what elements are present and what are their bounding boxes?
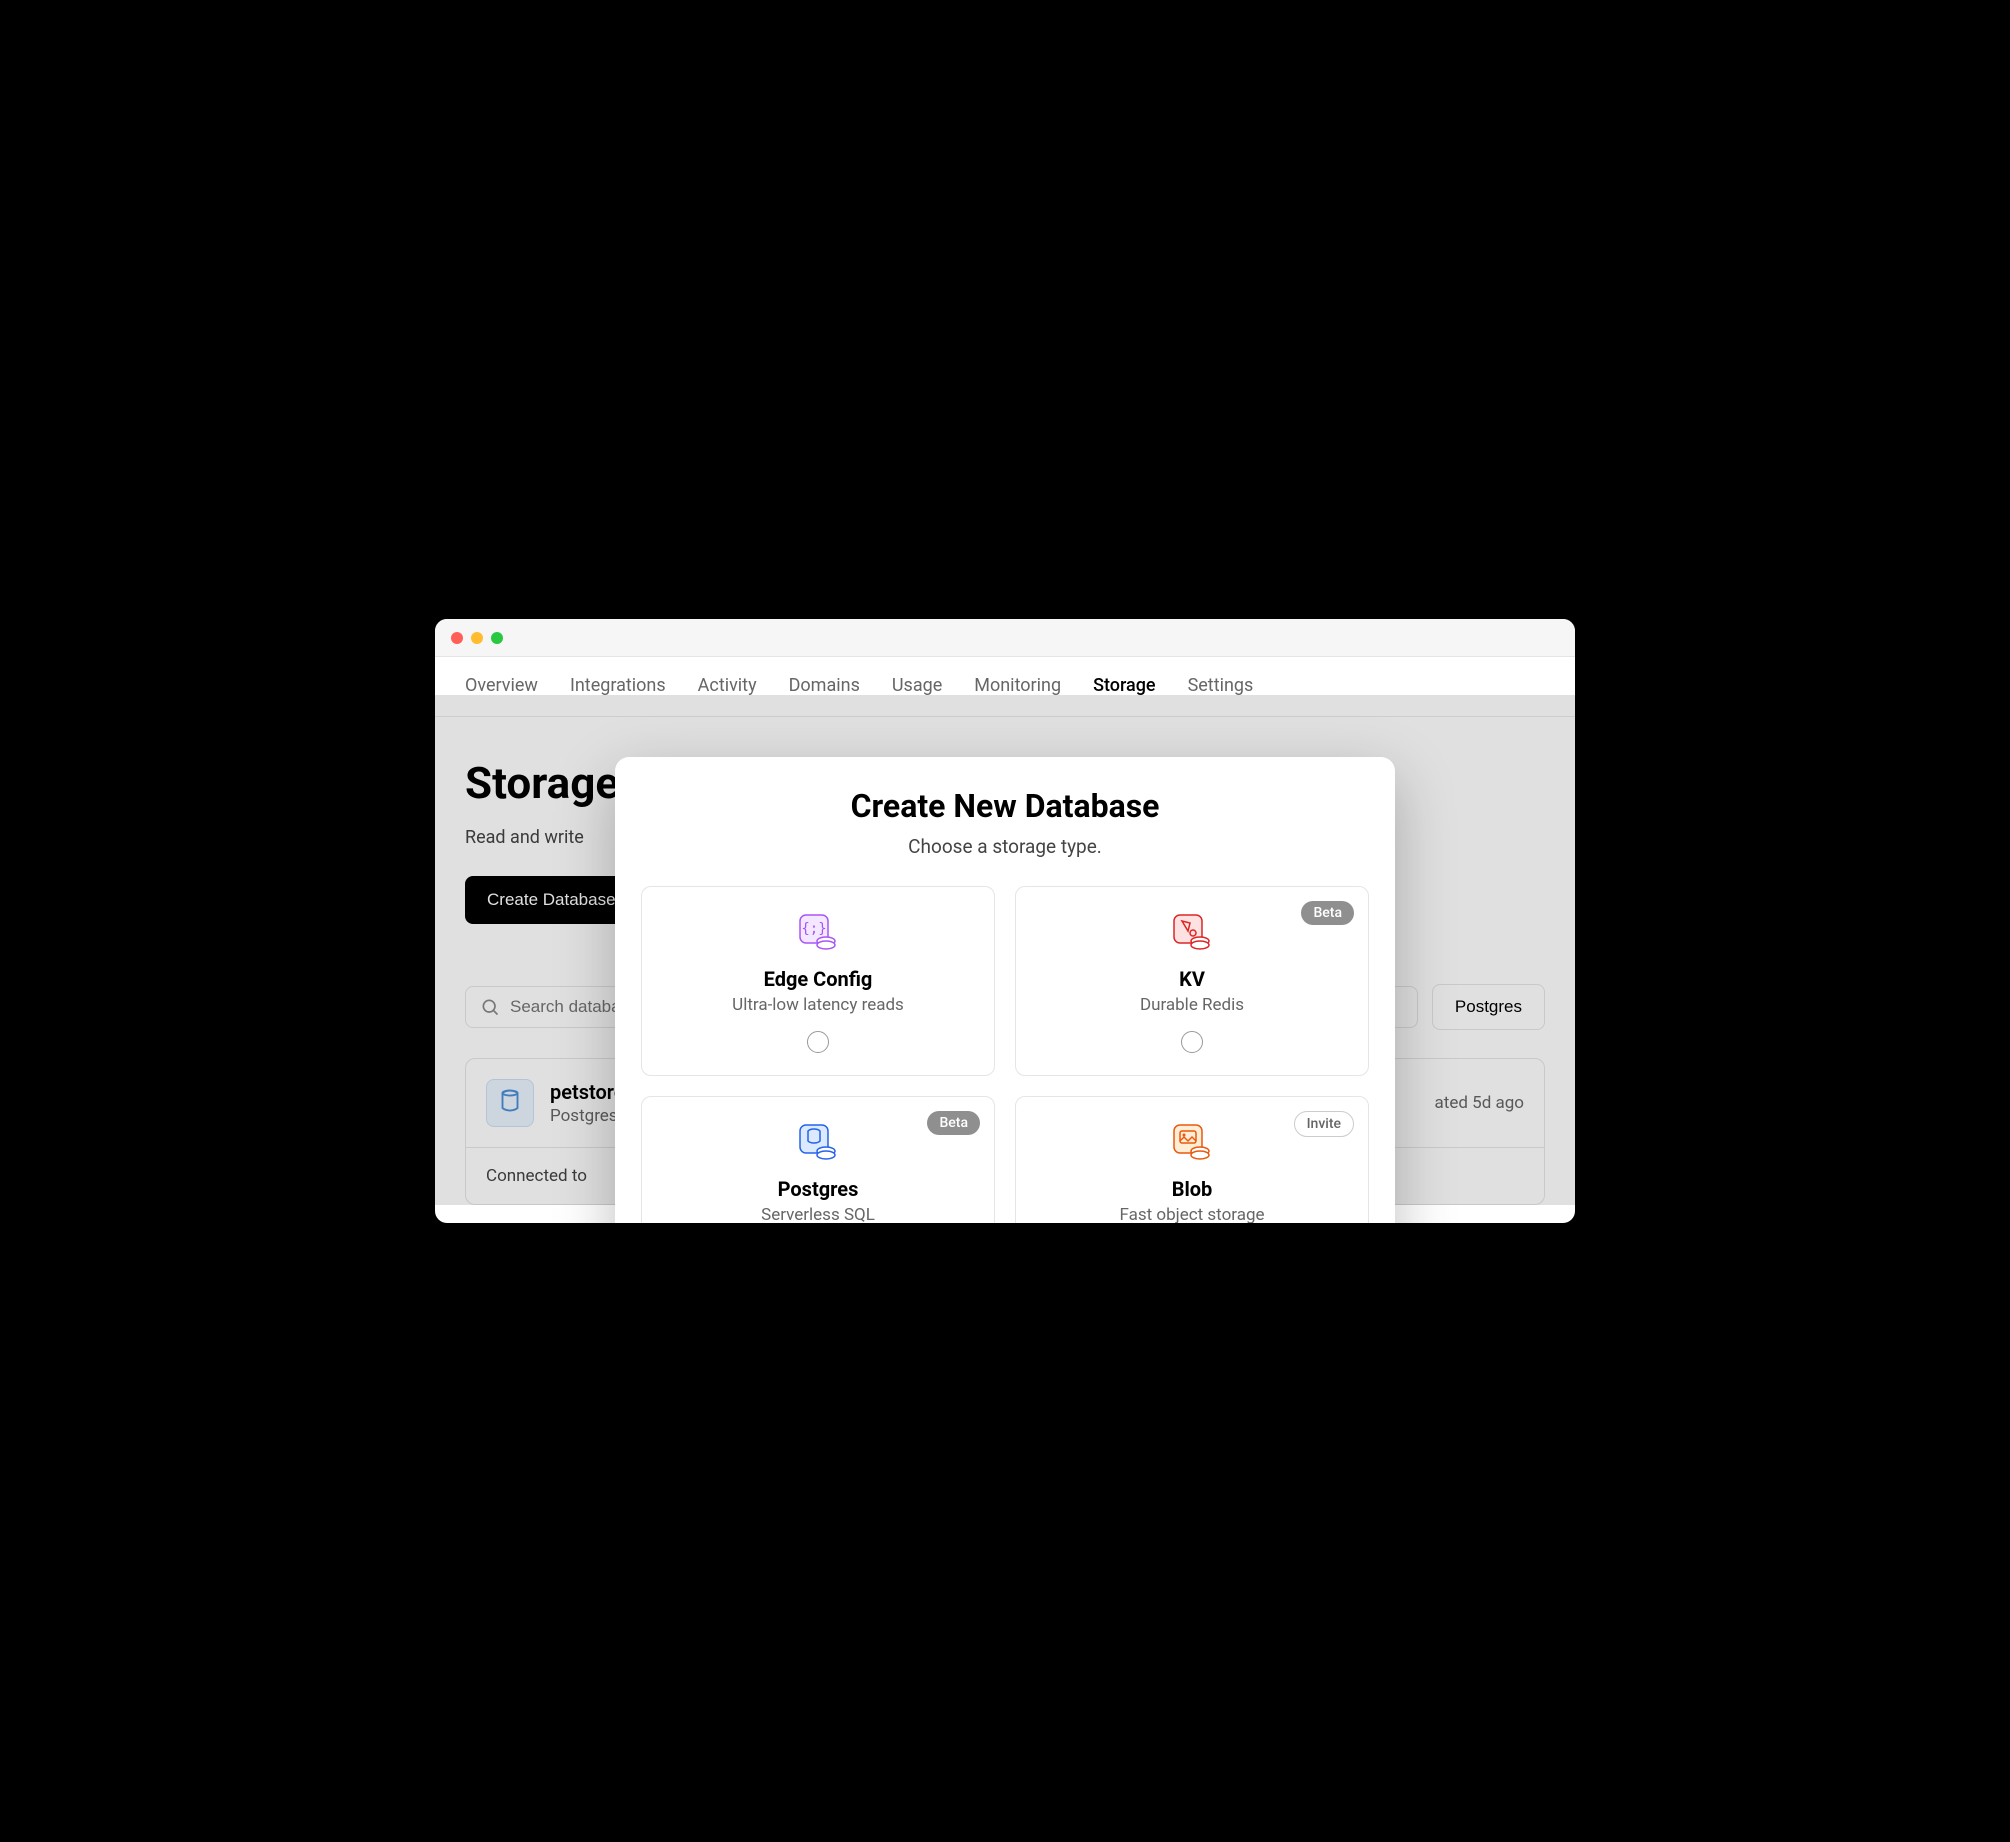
app-window: Overview Integrations Activity Domains U… [435, 619, 1575, 1223]
option-desc: Ultra-low latency reads [732, 995, 904, 1015]
tab-usage[interactable]: Usage [892, 675, 942, 696]
kv-icon [1170, 911, 1214, 955]
option-blob[interactable]: Invite Blob Fast object storage Join Wai… [1015, 1096, 1369, 1223]
option-name: Blob [1172, 1177, 1213, 1201]
option-radio[interactable] [807, 1031, 829, 1053]
modal-subtitle: Choose a storage type. [641, 835, 1369, 858]
option-radio[interactable] [1181, 1031, 1203, 1053]
tab-activity[interactable]: Activity [698, 675, 757, 696]
option-desc: Fast object storage [1119, 1205, 1264, 1223]
window-minimize-icon[interactable] [471, 632, 483, 644]
option-postgres[interactable]: Beta Postgres Serverless SQL [641, 1096, 995, 1223]
svg-text:{;}: {;} [801, 921, 826, 937]
postgres-option-icon [796, 1121, 840, 1165]
option-name: Postgres [778, 1177, 859, 1201]
edge-config-icon: {;} [796, 911, 840, 955]
beta-badge: Beta [1301, 901, 1354, 925]
beta-badge: Beta [927, 1111, 980, 1135]
blob-icon [1170, 1121, 1214, 1165]
option-name: KV [1179, 967, 1205, 991]
storage-options-grid: {;} Edge Config Ultra-low latency reads … [641, 886, 1369, 1223]
modal-title: Create New Database [641, 787, 1369, 825]
tab-domains[interactable]: Domains [789, 675, 860, 696]
option-desc: Durable Redis [1140, 995, 1244, 1015]
modal-body: Create New Database Choose a storage typ… [615, 757, 1395, 1223]
invite-badge: Invite [1294, 1111, 1354, 1137]
tab-overview[interactable]: Overview [465, 675, 538, 696]
content-wrapper: Overview Integrations Activity Domains U… [435, 657, 1575, 1205]
option-desc: Serverless SQL [761, 1205, 875, 1223]
tab-settings[interactable]: Settings [1188, 675, 1254, 696]
titlebar [435, 619, 1575, 657]
option-kv[interactable]: Beta KV Durable Redis [1015, 886, 1369, 1076]
window-close-icon[interactable] [451, 632, 463, 644]
option-name: Edge Config [764, 967, 873, 991]
tab-integrations[interactable]: Integrations [570, 675, 666, 696]
tab-monitoring[interactable]: Monitoring [974, 675, 1061, 696]
tab-storage[interactable]: Storage [1093, 675, 1156, 696]
window-zoom-icon[interactable] [491, 632, 503, 644]
create-database-modal: Create New Database Choose a storage typ… [615, 757, 1395, 1223]
option-edge-config[interactable]: {;} Edge Config Ultra-low latency reads [641, 886, 995, 1076]
